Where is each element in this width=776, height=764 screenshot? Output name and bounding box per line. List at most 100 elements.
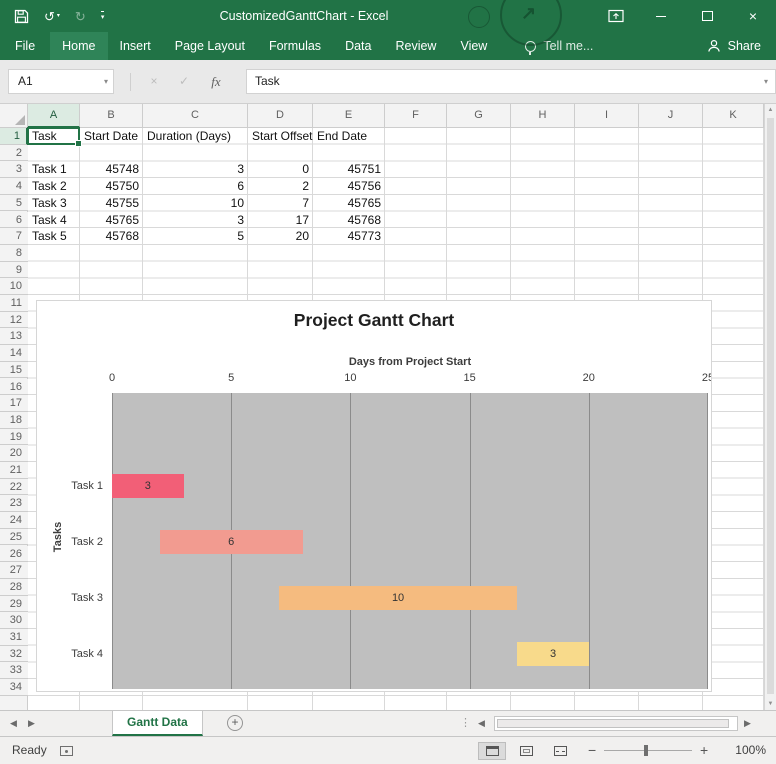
row-header-29[interactable]: 29 bbox=[0, 596, 28, 613]
cell-B5[interactable]: 45755 bbox=[80, 195, 143, 212]
cell-C7[interactable]: 5 bbox=[143, 228, 248, 245]
ribbon-tab-formulas[interactable]: Formulas bbox=[257, 32, 333, 60]
cell-E5[interactable]: 45765 bbox=[313, 195, 385, 212]
row-header-22[interactable]: 22 bbox=[0, 479, 28, 496]
row-header-19[interactable]: 19 bbox=[0, 429, 28, 446]
page-break-view-button[interactable] bbox=[546, 742, 574, 760]
row-header-18[interactable]: 18 bbox=[0, 412, 28, 429]
scroll-left-icon[interactable]: ◀ bbox=[478, 711, 485, 736]
row-header-13[interactable]: 13 bbox=[0, 328, 28, 345]
cancel-button[interactable]: × bbox=[140, 69, 168, 94]
cell-D4[interactable]: 2 bbox=[248, 178, 313, 195]
gantt-chart[interactable]: Project Gantt Chart Days from Project St… bbox=[36, 300, 712, 692]
column-header-K[interactable]: K bbox=[703, 104, 764, 128]
new-sheet-button[interactable]: + bbox=[227, 715, 243, 731]
row-header-33[interactable]: 33 bbox=[0, 662, 28, 679]
column-header-J[interactable]: J bbox=[639, 104, 703, 128]
row-header-34[interactable]: 34 bbox=[0, 679, 28, 696]
zoom-slider-thumb[interactable] bbox=[644, 745, 648, 756]
row-header-17[interactable]: 17 bbox=[0, 395, 28, 412]
cell-A7[interactable]: Task 5 bbox=[28, 228, 80, 245]
cell-B1[interactable]: Start Date bbox=[80, 128, 143, 145]
row-header-14[interactable]: 14 bbox=[0, 345, 28, 362]
ribbon-tab-file[interactable]: File bbox=[0, 32, 50, 60]
cell-A4[interactable]: Task 2 bbox=[28, 178, 80, 195]
select-all-button[interactable] bbox=[0, 104, 28, 128]
ribbon-tab-home[interactable]: Home bbox=[50, 32, 107, 60]
save-icon[interactable] bbox=[14, 9, 29, 24]
cell-A3[interactable]: Task 1 bbox=[28, 161, 80, 178]
redo-button[interactable]: ↻ bbox=[75, 10, 86, 23]
cell-D5[interactable]: 7 bbox=[248, 195, 313, 212]
row-header-12[interactable]: 12 bbox=[0, 312, 28, 329]
row-header-28[interactable]: 28 bbox=[0, 579, 28, 596]
row-header-3[interactable]: 3 bbox=[0, 161, 28, 178]
zoom-in-button[interactable]: + bbox=[700, 737, 708, 764]
cell-D6[interactable]: 17 bbox=[248, 212, 313, 229]
cell-E6[interactable]: 45768 bbox=[313, 212, 385, 229]
row-header-21[interactable]: 21 bbox=[0, 462, 28, 479]
vertical-scrollbar[interactable]: ▲ ▼ bbox=[764, 104, 776, 710]
name-box[interactable]: A1 ▾ bbox=[8, 69, 114, 94]
cell-E4[interactable]: 45756 bbox=[313, 178, 385, 195]
name-box-dropdown-icon[interactable]: ▾ bbox=[104, 70, 108, 93]
row-header-31[interactable]: 31 bbox=[0, 629, 28, 646]
row-header-9[interactable]: 9 bbox=[0, 262, 28, 279]
enter-button[interactable]: ✓ bbox=[170, 69, 198, 94]
macro-record-icon[interactable] bbox=[60, 746, 73, 756]
column-header-F[interactable]: F bbox=[385, 104, 447, 128]
horizontal-scroll-thumb[interactable] bbox=[497, 719, 729, 728]
cell-B3[interactable]: 45748 bbox=[80, 161, 143, 178]
cell-D1[interactable]: Start Offset bbox=[248, 128, 313, 145]
column-header-I[interactable]: I bbox=[575, 104, 639, 128]
column-header-C[interactable]: C bbox=[143, 104, 248, 128]
column-header-G[interactable]: G bbox=[447, 104, 511, 128]
insert-function-button[interactable]: fx bbox=[202, 69, 230, 94]
ribbon-tab-view[interactable]: View bbox=[448, 32, 499, 60]
close-button[interactable]: × bbox=[730, 0, 776, 32]
gantt-bar-task-1[interactable]: 3 bbox=[112, 474, 184, 498]
cell-E3[interactable]: 45751 bbox=[313, 161, 385, 178]
ribbon-tab-page-layout[interactable]: Page Layout bbox=[163, 32, 257, 60]
column-header-A[interactable]: A bbox=[28, 104, 80, 128]
horizontal-scrollbar[interactable] bbox=[494, 716, 738, 731]
ribbon-tab-insert[interactable]: Insert bbox=[108, 32, 163, 60]
undo-button[interactable]: ↺▾ bbox=[44, 10, 60, 23]
row-header-25[interactable]: 25 bbox=[0, 529, 28, 546]
row-header-1[interactable]: 1 bbox=[0, 128, 28, 145]
formula-input[interactable]: Task ▾ bbox=[246, 69, 776, 94]
ribbon-tab-data[interactable]: Data bbox=[333, 32, 383, 60]
row-header-2[interactable]: 2 bbox=[0, 145, 28, 162]
row-header-32[interactable]: 32 bbox=[0, 646, 28, 663]
page-layout-view-button[interactable] bbox=[512, 742, 540, 760]
row-header-24[interactable]: 24 bbox=[0, 512, 28, 529]
row-header-5[interactable]: 5 bbox=[0, 195, 28, 212]
scroll-right-icon[interactable]: ▶ bbox=[744, 711, 751, 736]
ribbon-display-options-icon[interactable] bbox=[608, 9, 624, 23]
cell-C1[interactable]: Duration (Days) bbox=[143, 128, 248, 145]
row-header-27[interactable]: 27 bbox=[0, 562, 28, 579]
sheet-nav-prev-icon[interactable]: ◀ bbox=[10, 711, 17, 736]
scroll-up-icon[interactable]: ▲ bbox=[765, 107, 776, 113]
zoom-percent[interactable]: 100% bbox=[735, 737, 766, 764]
column-header-H[interactable]: H bbox=[511, 104, 575, 128]
column-header-E[interactable]: E bbox=[313, 104, 385, 128]
row-header-11[interactable]: 11 bbox=[0, 295, 28, 312]
row-header-23[interactable]: 23 bbox=[0, 495, 28, 512]
cell-C4[interactable]: 6 bbox=[143, 178, 248, 195]
row-header-20[interactable]: 20 bbox=[0, 445, 28, 462]
minimize-button[interactable] bbox=[638, 0, 684, 32]
customize-quick-access-button[interactable]: ▾ bbox=[101, 11, 105, 21]
normal-view-button[interactable] bbox=[478, 742, 506, 760]
cell-A6[interactable]: Task 4 bbox=[28, 212, 80, 229]
column-header-D[interactable]: D bbox=[248, 104, 313, 128]
cell-B7[interactable]: 45768 bbox=[80, 228, 143, 245]
row-header-8[interactable]: 8 bbox=[0, 245, 28, 262]
tab-scroll-splitter[interactable]: ⋮ bbox=[460, 711, 471, 736]
cell-C5[interactable]: 10 bbox=[143, 195, 248, 212]
gantt-bar-task-2[interactable]: 6 bbox=[160, 530, 303, 554]
vertical-scroll-thumb[interactable] bbox=[767, 118, 774, 694]
column-header-B[interactable]: B bbox=[80, 104, 143, 128]
share-button[interactable]: Share bbox=[692, 32, 776, 60]
zoom-out-button[interactable]: − bbox=[588, 737, 596, 764]
